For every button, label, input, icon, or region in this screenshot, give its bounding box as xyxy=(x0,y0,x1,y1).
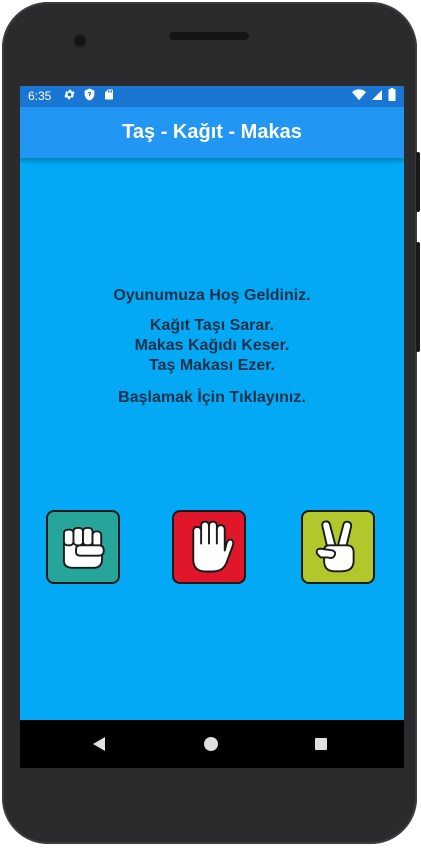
paper-hand-icon xyxy=(192,520,235,573)
start-prompt: Başlamak İçin Tıklayınız. xyxy=(118,389,306,406)
earpiece-speaker xyxy=(169,32,249,40)
gear-icon xyxy=(64,89,75,100)
front-camera xyxy=(75,36,85,46)
recents-icon[interactable] xyxy=(315,738,327,750)
signal-icon xyxy=(372,89,382,100)
shield-icon xyxy=(84,88,95,101)
rule-scissors: Makas Kağıdı Keser. xyxy=(134,337,290,354)
sd-card-icon xyxy=(105,89,113,100)
app-title: Taş - Kağıt - Makas xyxy=(122,121,302,143)
power-button xyxy=(416,152,420,212)
screen: 6:35 Taş - Kağıt - Makas Oyunumuza Hoş G… xyxy=(20,86,404,768)
back-icon[interactable] xyxy=(92,736,106,752)
rock-fist-icon xyxy=(62,526,105,569)
phone-frame: 6:35 Taş - Kağıt - Makas Oyunumuza Hoş G… xyxy=(2,2,420,844)
volume-button xyxy=(416,242,420,352)
welcome-text: Oyunumuza Hoş Geldiniz. xyxy=(113,287,311,304)
wifi-icon xyxy=(352,88,366,100)
status-time: 6:35 xyxy=(28,89,52,103)
rule-rock: Taş Makası Ezer. xyxy=(149,357,275,374)
app-bar: Taş - Kağıt - Makas xyxy=(20,107,404,158)
navigation-bar xyxy=(20,720,404,768)
rock-button[interactable] xyxy=(46,510,120,584)
rule-paper: Kağıt Taşı Sarar. xyxy=(149,317,275,334)
status-bar: 6:35 xyxy=(20,86,404,107)
scissors-button[interactable] xyxy=(301,510,375,584)
scissors-hand-icon xyxy=(315,520,355,573)
paper-button[interactable] xyxy=(172,510,246,584)
battery-icon xyxy=(388,88,396,101)
home-icon[interactable] xyxy=(204,737,218,751)
